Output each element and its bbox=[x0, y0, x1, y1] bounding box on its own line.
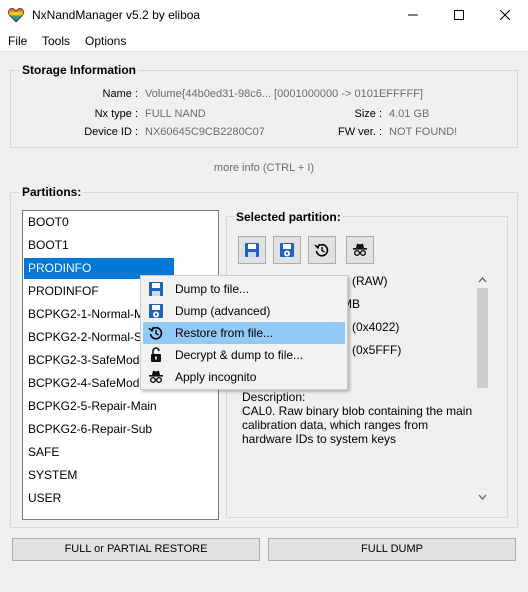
menu-item-dump-advanced[interactable]: Dump (advanced) bbox=[143, 300, 345, 322]
details-scrollbar[interactable] bbox=[474, 272, 491, 508]
incognito-icon bbox=[353, 243, 367, 256]
partition-item[interactable]: BCPKG2-5-Repair-Main bbox=[24, 396, 157, 417]
partition-item[interactable]: SAFE bbox=[24, 442, 59, 463]
menu-bar: File Tools Options bbox=[0, 30, 528, 52]
full-partial-restore-button[interactable]: FULL or PARTIAL RESTORE bbox=[12, 538, 260, 561]
partition-last-sector-value: 5 (0x5FFF) bbox=[342, 343, 402, 357]
description-line: calibration data, which ranges from bbox=[242, 418, 429, 432]
partition-item[interactable]: BCPKG2-1-Normal-M bbox=[24, 304, 144, 325]
description-line: CAL0. Raw binary blob containing the mai… bbox=[242, 404, 473, 418]
chevron-up-icon[interactable] bbox=[478, 276, 487, 283]
menu-item-apply-incognito[interactable]: Apply incognito bbox=[143, 366, 345, 388]
selected-partition-title: Selected partition: bbox=[234, 210, 343, 224]
dump-button[interactable] bbox=[238, 236, 266, 264]
size-value: 4.01 GB bbox=[389, 108, 430, 120]
nx-type-label: Nx type : bbox=[94, 108, 138, 120]
menu-options[interactable]: Options bbox=[85, 34, 126, 48]
heart-rainbow-icon bbox=[8, 8, 24, 23]
save-icon bbox=[245, 243, 259, 257]
description-line: hardware IDs to system keys bbox=[242, 432, 397, 446]
restore-icon bbox=[148, 326, 163, 340]
partition-item[interactable]: USER bbox=[24, 488, 61, 509]
close-icon bbox=[500, 10, 510, 20]
chevron-down-icon[interactable] bbox=[478, 494, 487, 501]
window-title: NxNandManager v5.2 by eliboa bbox=[32, 8, 201, 22]
partition-item[interactable]: BCPKG2-6-Repair-Sub bbox=[24, 419, 152, 440]
menu-item-label: Apply incognito bbox=[175, 370, 257, 384]
fw-version-value: NOT FOUND! bbox=[389, 126, 458, 138]
save-icon bbox=[149, 282, 163, 296]
partition-item[interactable]: BOOT1 bbox=[24, 235, 69, 256]
more-info-link[interactable]: more info (CTRL + I) bbox=[0, 162, 528, 174]
partition-item[interactable]: BCPKG2-3-SafeMode- bbox=[24, 350, 150, 371]
device-id-value: NX60645C9CB2280C07 bbox=[145, 126, 265, 138]
partition-item[interactable]: BCPKG2-4-SafeMode- bbox=[24, 373, 150, 394]
dump-advanced-button[interactable] bbox=[273, 236, 301, 264]
menu-item-label: Restore from file... bbox=[175, 326, 274, 340]
save-advanced-icon bbox=[149, 304, 163, 318]
full-dump-button[interactable]: FULL DUMP bbox=[268, 538, 516, 561]
menu-tools[interactable]: Tools bbox=[42, 34, 70, 48]
partition-item[interactable]: BCPKG2-2-Normal-Su bbox=[24, 327, 149, 348]
menu-item-label: Dump (advanced) bbox=[175, 304, 271, 318]
close-button[interactable] bbox=[482, 0, 528, 30]
maximize-icon bbox=[454, 10, 464, 20]
fw-version-label: FW ver. : bbox=[338, 126, 382, 138]
maximize-button[interactable] bbox=[436, 0, 482, 30]
unlock-icon bbox=[151, 347, 161, 362]
partition-item[interactable]: SYSTEM bbox=[24, 465, 77, 486]
name-label: Name : bbox=[102, 88, 138, 100]
minimize-button[interactable] bbox=[390, 0, 436, 30]
menu-item-label: Decrypt & dump to file... bbox=[175, 348, 304, 362]
title-bar: NxNandManager v5.2 by eliboa bbox=[0, 0, 528, 30]
partition-item[interactable]: BOOT0 bbox=[24, 212, 69, 233]
menu-item-decrypt-dump[interactable]: Decrypt & dump to file... bbox=[143, 344, 345, 366]
scroll-thumb[interactable] bbox=[477, 288, 488, 388]
storage-info-title: Storage Information bbox=[20, 63, 139, 77]
restore-icon bbox=[314, 243, 329, 257]
description-heading: Description: bbox=[242, 390, 306, 404]
incognito-icon bbox=[149, 370, 163, 383]
menu-item-dump-to-file[interactable]: Dump to file... bbox=[143, 278, 345, 300]
menu-item-restore-from-file[interactable]: Restore from file... bbox=[143, 322, 345, 344]
partition-format-value: e (RAW) bbox=[342, 274, 388, 288]
partitions-title: Partitions: bbox=[20, 185, 84, 199]
menu-item-label: Dump to file... bbox=[175, 282, 250, 296]
minimize-icon bbox=[408, 14, 418, 16]
restore-button[interactable] bbox=[308, 236, 336, 264]
partition-item[interactable]: PRODINFOF bbox=[24, 281, 99, 302]
name-value: Volume{44b0ed31-98c6... [0001000000 -> 0… bbox=[145, 88, 423, 100]
device-id-label: Device ID : bbox=[84, 126, 138, 138]
size-label: Size : bbox=[354, 108, 382, 120]
incognito-button[interactable] bbox=[346, 236, 374, 264]
partition-context-menu: Dump to file... Dump (advanced) Restore … bbox=[140, 275, 348, 390]
menu-file[interactable]: File bbox=[8, 34, 27, 48]
nx-type-value: FULL NAND bbox=[145, 108, 206, 120]
partition-first-sector-value: 8 (0x4022) bbox=[342, 320, 400, 334]
save-advanced-icon bbox=[280, 243, 294, 257]
